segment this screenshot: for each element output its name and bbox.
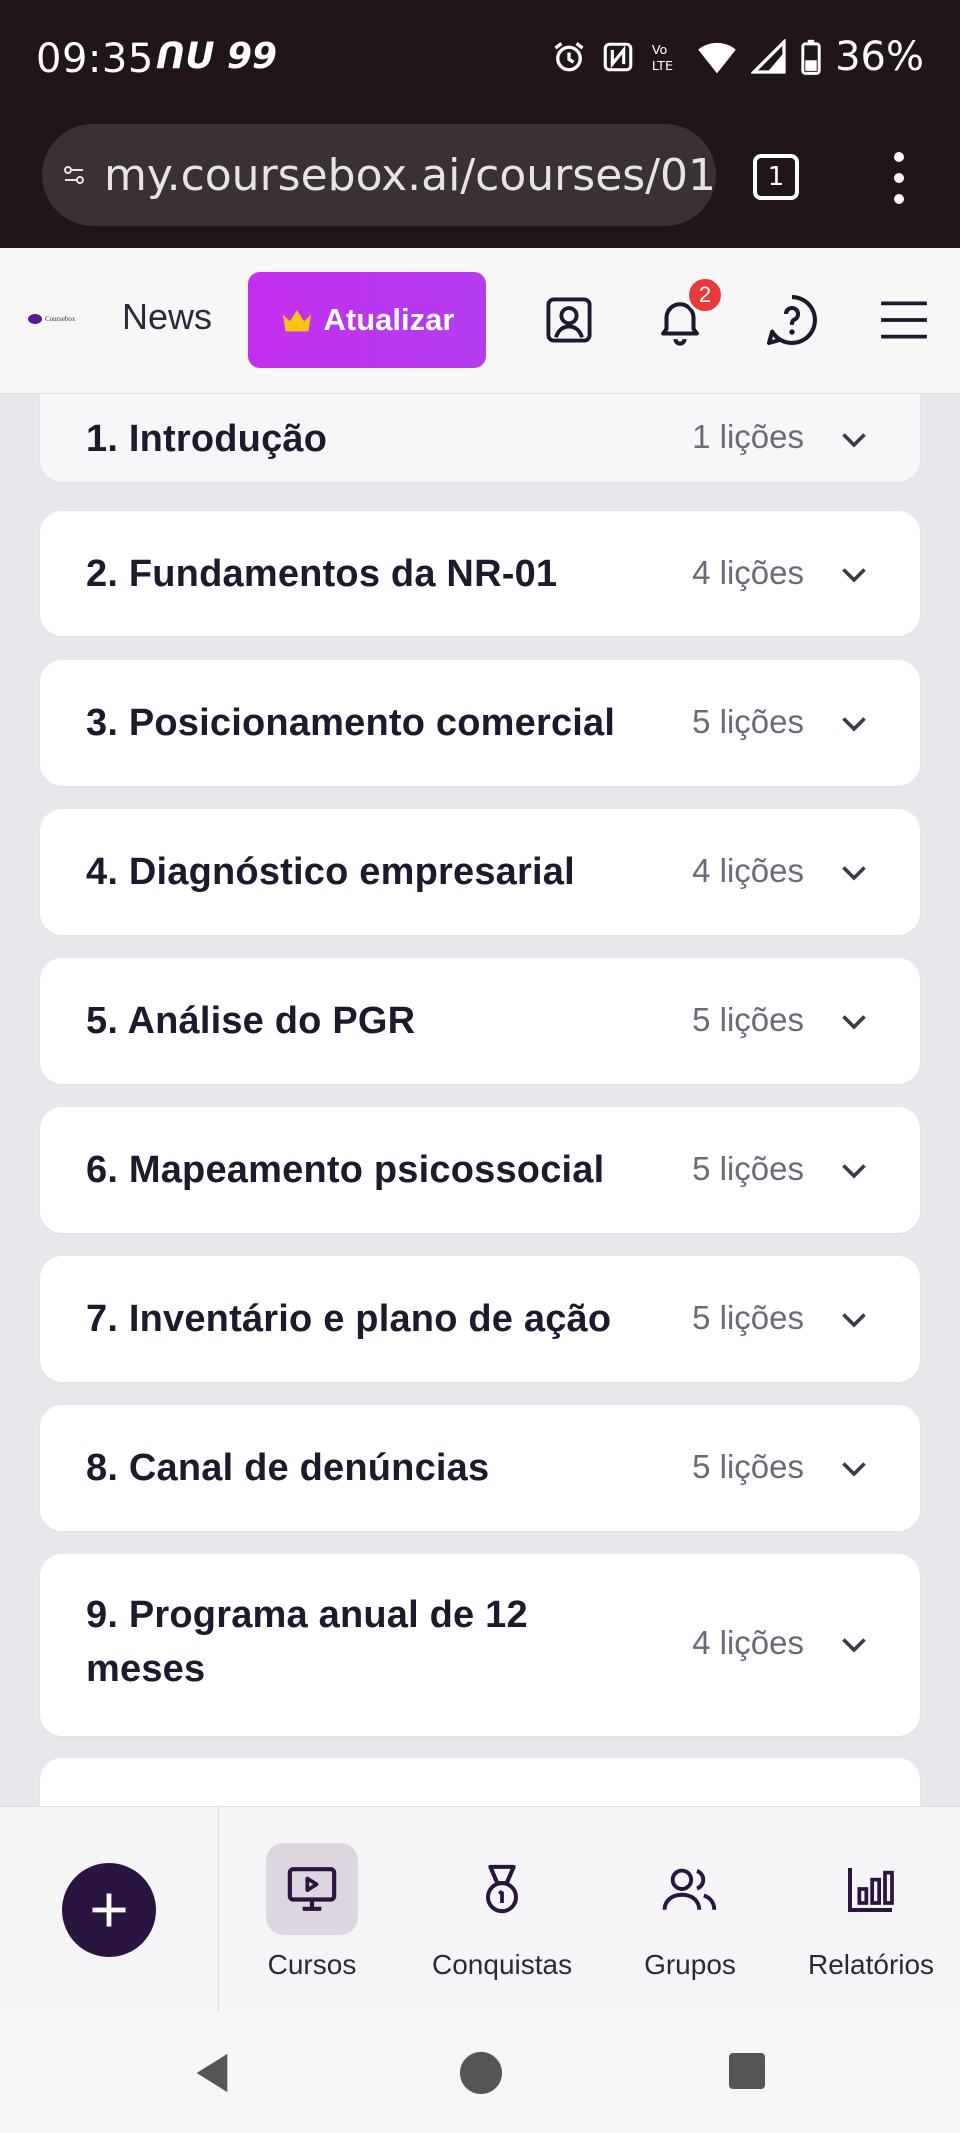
module-lesson-count: 5 lições	[692, 1448, 804, 1485]
chevron-down-icon[interactable]	[836, 1450, 872, 1486]
chevron-down-icon[interactable]	[836, 556, 872, 592]
module-title: 3. Posicionamento comercial	[86, 702, 616, 744]
news-link[interactable]: News	[122, 296, 212, 338]
url-text[interactable]: my.coursebox.ai/courses/01	[104, 150, 716, 201]
browser-toolbar: my.coursebox.ai/courses/01 1	[0, 118, 960, 248]
alarm-icon	[554, 42, 584, 72]
module-lesson-count: 4 lições	[692, 852, 804, 889]
notification-badge: 2	[686, 276, 724, 314]
volte-icon: VoLTE	[652, 43, 673, 74]
battery-percent: 36%	[835, 34, 924, 80]
add-button[interactable]	[62, 1863, 156, 1957]
users-icon	[644, 1843, 736, 1935]
chevron-down-icon[interactable]	[836, 421, 872, 457]
wifi-icon	[698, 42, 736, 74]
module-title: 4. Diagnóstico empresarial	[86, 851, 575, 893]
status-time: 09:35	[36, 36, 154, 82]
module-title: 1. Introdução	[86, 418, 328, 460]
back-icon[interactable]	[192, 2050, 232, 2096]
svg-text:Vo: Vo	[652, 43, 668, 58]
module-card[interactable]: 3. Posicionamento comercial 5 lições	[40, 660, 920, 786]
module-card[interactable]: 5. Análise do PGR 5 lições	[40, 958, 920, 1084]
chevron-down-icon[interactable]	[836, 854, 872, 890]
module-title: 6. Mapeamento psicossocial	[86, 1149, 605, 1191]
module-title: 8. Canal de denúncias	[86, 1447, 490, 1489]
nav-item-relatorios[interactable]: Relatórios	[808, 1843, 934, 1981]
module-card[interactable]: 9. Programa anual de 12 meses 4 lições	[40, 1554, 920, 1736]
tab-switcher-button[interactable]: 1	[753, 154, 799, 200]
home-icon[interactable]	[458, 2050, 504, 2096]
module-card[interactable]: 1. Introdução 1 lições	[40, 394, 920, 482]
chevron-down-icon[interactable]	[836, 1626, 872, 1662]
nav-divider	[218, 1807, 219, 2013]
chevron-down-icon[interactable]	[836, 1301, 872, 1337]
browser-menu-icon[interactable]	[884, 148, 914, 208]
help-icon[interactable]	[762, 290, 822, 350]
svg-text:LTE: LTE	[652, 59, 673, 74]
medal-icon	[456, 1843, 548, 1935]
module-lesson-count: 1 lições	[692, 418, 804, 455]
nav-item-conquistas[interactable]: Conquistas	[432, 1843, 572, 1981]
nav-item-grupos[interactable]: Grupos	[644, 1843, 736, 1981]
recents-icon[interactable]	[727, 2050, 767, 2092]
module-title: 9. Programa anual de 12 meses	[86, 1594, 528, 1690]
status-bar: 09:35 ᑎᑌ 99 Vo LTE 36%	[0, 0, 960, 118]
module-title: 5. Análise do PGR	[86, 1000, 416, 1042]
upgrade-button[interactable]: Atualizar	[248, 272, 486, 368]
module-title: 2. Fundamentos da NR-01	[86, 553, 558, 595]
url-bar[interactable]: my.coursebox.ai/courses/01	[42, 124, 716, 226]
nav-label: Conquistas	[432, 1949, 573, 1980]
nav-label: Cursos	[267, 1949, 357, 1980]
chevron-down-icon[interactable]	[836, 1003, 872, 1039]
status-notification-icons: ᑎᑌ 99	[156, 36, 278, 77]
bottom-nav: Cursos Conquistas Grupos Relatórios	[0, 1806, 960, 2013]
module-lesson-count: 5 lições	[692, 1001, 804, 1038]
bar-chart-icon	[825, 1843, 917, 1935]
logo-text: Coursebox	[45, 315, 76, 323]
chevron-down-icon[interactable]	[836, 705, 872, 741]
coursebox-logo[interactable]: Coursebox	[28, 312, 82, 326]
module-title: 7. Inventário e plano de ação	[86, 1298, 612, 1340]
battery-icon	[801, 39, 821, 75]
module-lesson-count: 5 lições	[692, 1299, 804, 1336]
course-modules-list: 1. Introdução 1 lições 2. Fundamentos da…	[0, 394, 960, 1806]
site-settings-icon[interactable]	[62, 153, 86, 197]
chevron-down-icon[interactable]	[836, 1152, 872, 1188]
hamburger-menu-icon[interactable]	[874, 290, 934, 350]
monitor-play-icon	[266, 1843, 358, 1935]
nfc-icon	[603, 42, 633, 72]
app-header: Coursebox News Atualizar 2	[0, 248, 960, 394]
module-lesson-count: 5 lições	[692, 1150, 804, 1187]
module-card[interactable]: 8. Canal de denúncias 5 lições	[40, 1405, 920, 1531]
module-card-partial[interactable]	[40, 1758, 920, 1806]
upgrade-label: Atualizar	[323, 302, 455, 337]
nav-label: Grupos	[644, 1949, 736, 1980]
module-card[interactable]: 7. Inventário e plano de ação 5 lições	[40, 1256, 920, 1382]
module-lesson-count: 5 lições	[692, 703, 804, 740]
module-card[interactable]: 2. Fundamentos da NR-01 4 lições	[40, 511, 920, 636]
status-icons: Vo LTE 36%	[551, 34, 924, 80]
plus-icon	[92, 1893, 126, 1927]
module-card[interactable]: 6. Mapeamento psicossocial 5 lições	[40, 1107, 920, 1233]
profile-icon[interactable]	[539, 290, 599, 350]
system-nav-bar	[0, 2012, 960, 2133]
module-card[interactable]: 4. Diagnóstico empresarial 4 lições	[40, 809, 920, 935]
nav-label: Relatórios	[808, 1949, 935, 1980]
module-lesson-count: 4 lições	[692, 554, 804, 591]
crown-icon	[282, 310, 311, 332]
module-lesson-count: 4 lições	[692, 1624, 804, 1661]
nav-item-cursos[interactable]: Cursos	[266, 1843, 358, 1981]
signal-icon	[751, 39, 786, 74]
